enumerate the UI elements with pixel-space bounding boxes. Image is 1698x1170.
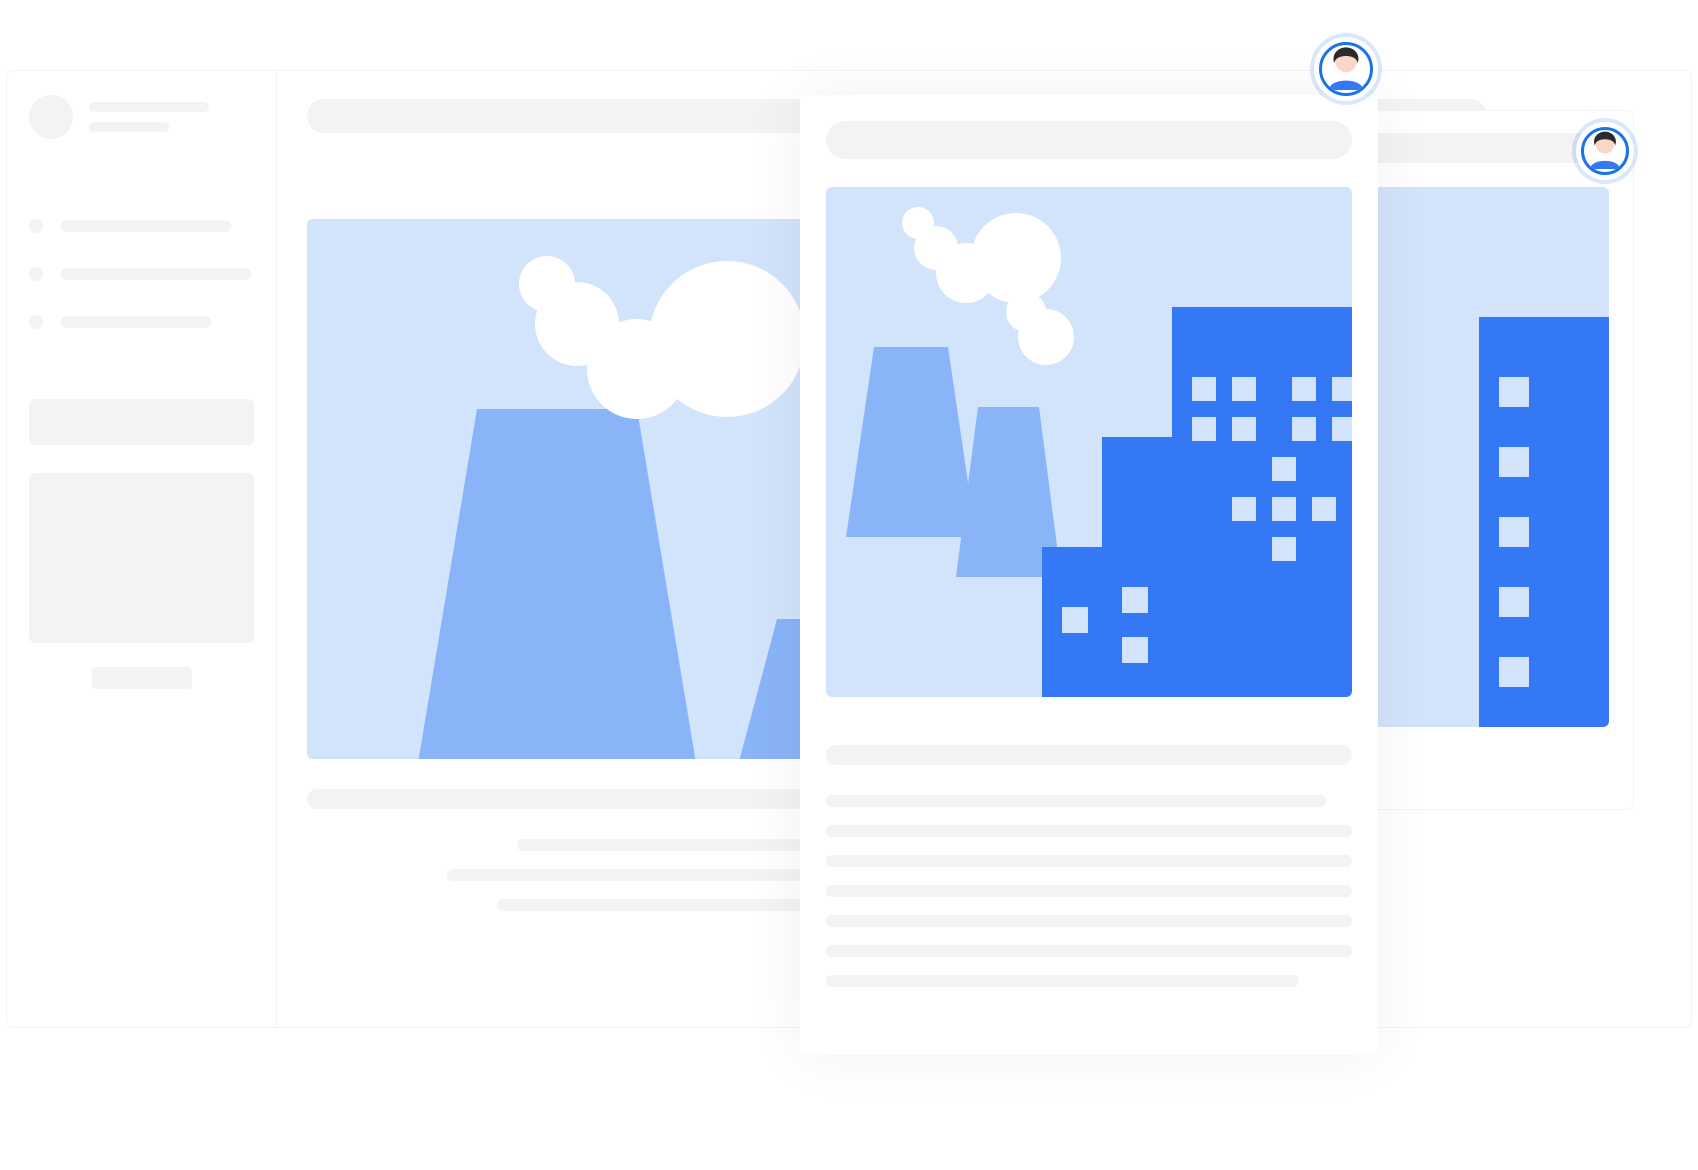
title-skeleton	[826, 745, 1352, 765]
person-icon	[1581, 127, 1629, 175]
bullet-skeleton	[29, 219, 43, 233]
skeleton-line	[826, 795, 1326, 807]
topbar-skeleton	[826, 121, 1352, 159]
bullet-skeleton	[29, 267, 43, 281]
cloud-icon	[517, 239, 817, 419]
skeleton-line	[89, 122, 169, 132]
skeleton-line	[61, 316, 211, 328]
bullet-skeleton	[29, 315, 43, 329]
sidebar-profile-skeleton	[29, 95, 254, 139]
skeleton-line	[826, 855, 1352, 867]
cooling-tower-icon	[417, 409, 697, 759]
sidebar-button-skeleton	[92, 667, 192, 689]
sidebar-card-skeleton	[29, 399, 254, 445]
user-avatar-badge	[1576, 122, 1634, 180]
profile-lines	[89, 102, 209, 132]
sidebar-item-skeleton	[29, 267, 254, 281]
skeleton-line	[61, 220, 231, 232]
skeleton-line	[826, 975, 1299, 987]
skeleton-line	[826, 885, 1352, 897]
skeleton-line	[826, 945, 1352, 957]
front-device-card	[800, 95, 1378, 1055]
user-avatar-badge	[1314, 37, 1378, 101]
sidebar-item-skeleton	[29, 219, 254, 233]
skeleton-line	[826, 915, 1352, 927]
illustration-stage	[0, 0, 1698, 1170]
paragraph-skeleton	[826, 795, 1352, 987]
sidebar-skeleton	[7, 71, 277, 1027]
sidebar-item-skeleton	[29, 315, 254, 329]
skeleton-line	[826, 825, 1352, 837]
avatar-placeholder	[29, 95, 73, 139]
sidebar-menu-skeleton	[29, 219, 254, 329]
sidebar-card-skeleton	[29, 473, 254, 643]
building-icon	[1479, 317, 1609, 727]
hero-illustration-front	[826, 187, 1352, 697]
person-icon	[1319, 42, 1373, 96]
skeleton-line	[89, 102, 209, 112]
skeleton-line	[61, 268, 251, 280]
building-icon	[1042, 307, 1352, 697]
